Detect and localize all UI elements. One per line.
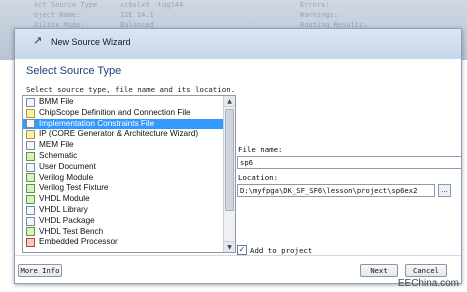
chipscope-icon xyxy=(26,108,35,118)
add-to-project-label: Add to project xyxy=(250,246,313,255)
background-text-line: ISE 14.1 xyxy=(120,11,154,19)
source-type-label: VHDL Test Bench xyxy=(39,226,104,236)
source-type-item[interactable]: ChipScope Definition and Connection File xyxy=(23,108,224,119)
browse-button[interactable]: ... xyxy=(438,184,451,197)
dialog-titlebar: ↗ New Source Wizard xyxy=(15,29,461,59)
source-type-item[interactable]: User Document xyxy=(23,162,224,173)
source-type-item[interactable]: VHDL Package xyxy=(23,216,224,227)
source-type-label: Verilog Test Fixture xyxy=(39,183,109,193)
package-icon xyxy=(26,216,35,226)
source-type-label: ChipScope Definition and Connection File xyxy=(39,107,191,117)
source-type-item[interactable]: Verilog Module xyxy=(23,173,224,184)
list-scrollbar[interactable]: ▲ ▼ xyxy=(223,96,235,252)
file-name-input[interactable]: sp6 xyxy=(237,156,462,169)
file-name-label: File name: xyxy=(238,145,283,154)
source-type-item[interactable]: VHDL Library xyxy=(23,205,224,216)
vhdl-icon xyxy=(26,195,35,205)
dialog-title: New Source Wizard xyxy=(51,37,131,47)
new-source-wizard-dialog: ↗ New Source Wizard Select Source Type S… xyxy=(14,28,462,284)
source-type-item[interactable]: VHDL Module xyxy=(23,194,224,205)
source-type-label: MEM File xyxy=(39,140,74,150)
source-type-item[interactable]: VHDL Test Bench xyxy=(23,227,224,238)
scroll-down-arrow-icon[interactable]: ▼ xyxy=(224,241,235,252)
library-icon xyxy=(26,205,35,215)
source-type-item[interactable]: Verilog Test Fixture xyxy=(23,183,224,194)
source-type-item[interactable]: Schematic xyxy=(23,151,224,162)
source-type-list[interactable]: BMM File ChipScope Definition and Connect… xyxy=(22,95,236,253)
cancel-button[interactable]: Cancel xyxy=(405,264,447,277)
source-type-label: VHDL Module xyxy=(39,194,90,204)
source-type-label: Verilog Module xyxy=(39,172,94,182)
location-label: Location: xyxy=(238,173,279,182)
test-fixture-icon xyxy=(26,184,35,194)
processor-icon xyxy=(26,238,35,248)
page-heading: Select Source Type xyxy=(26,65,122,77)
source-type-label: VHDL Package xyxy=(39,215,95,225)
verilog-icon xyxy=(26,173,35,183)
test-bench-icon xyxy=(26,227,35,237)
source-type-item[interactable]: IP (CORE Generator & Architecture Wizard… xyxy=(23,129,224,140)
watermark: EEChina.com xyxy=(397,278,459,289)
location-input[interactable]: D:\myfpga\DK_SF_SF6\lesson\project\sp6ex… xyxy=(237,184,435,197)
background-text-line: Warnings: xyxy=(300,11,338,19)
source-type-label: Schematic xyxy=(39,150,78,160)
background-text-line: xc6slx9 -tqg144 xyxy=(120,1,184,9)
file-icon xyxy=(26,97,35,107)
source-type-label: IP (CORE Generator & Architecture Wizard… xyxy=(39,129,199,139)
source-type-item[interactable]: Embedded Processor xyxy=(23,237,224,248)
source-type-label: Implementation Constraints File xyxy=(39,118,155,128)
source-type-label: BMM File xyxy=(39,97,74,106)
source-type-item[interactable]: MEM File xyxy=(23,140,224,151)
schematic-icon xyxy=(26,151,35,161)
add-to-project-checkbox[interactable]: ✓ xyxy=(237,245,247,255)
footer-divider xyxy=(15,255,461,256)
background-text-line: Errors: xyxy=(300,1,330,9)
source-type-item[interactable]: BMM File xyxy=(23,97,224,108)
page-subtitle: Select source type, file name and its lo… xyxy=(26,85,236,94)
source-type-label: VHDL Library xyxy=(39,204,88,214)
constraints-icon xyxy=(26,119,35,129)
file-icon xyxy=(26,141,35,151)
next-button[interactable]: Next xyxy=(360,264,398,277)
source-type-label: User Document xyxy=(39,161,96,171)
source-type-label: Embedded Processor xyxy=(39,237,118,247)
source-type-items: BMM File ChipScope Definition and Connect… xyxy=(23,97,224,248)
document-icon xyxy=(26,162,35,172)
scroll-thumb[interactable] xyxy=(225,109,234,211)
scroll-up-arrow-icon[interactable]: ▲ xyxy=(224,96,235,107)
wizard-icon: ↗ xyxy=(33,34,43,47)
source-type-item[interactable]: Implementation Constraints File xyxy=(23,118,224,130)
more-info-button[interactable]: More Info xyxy=(18,264,62,277)
ip-core-icon xyxy=(26,130,35,140)
